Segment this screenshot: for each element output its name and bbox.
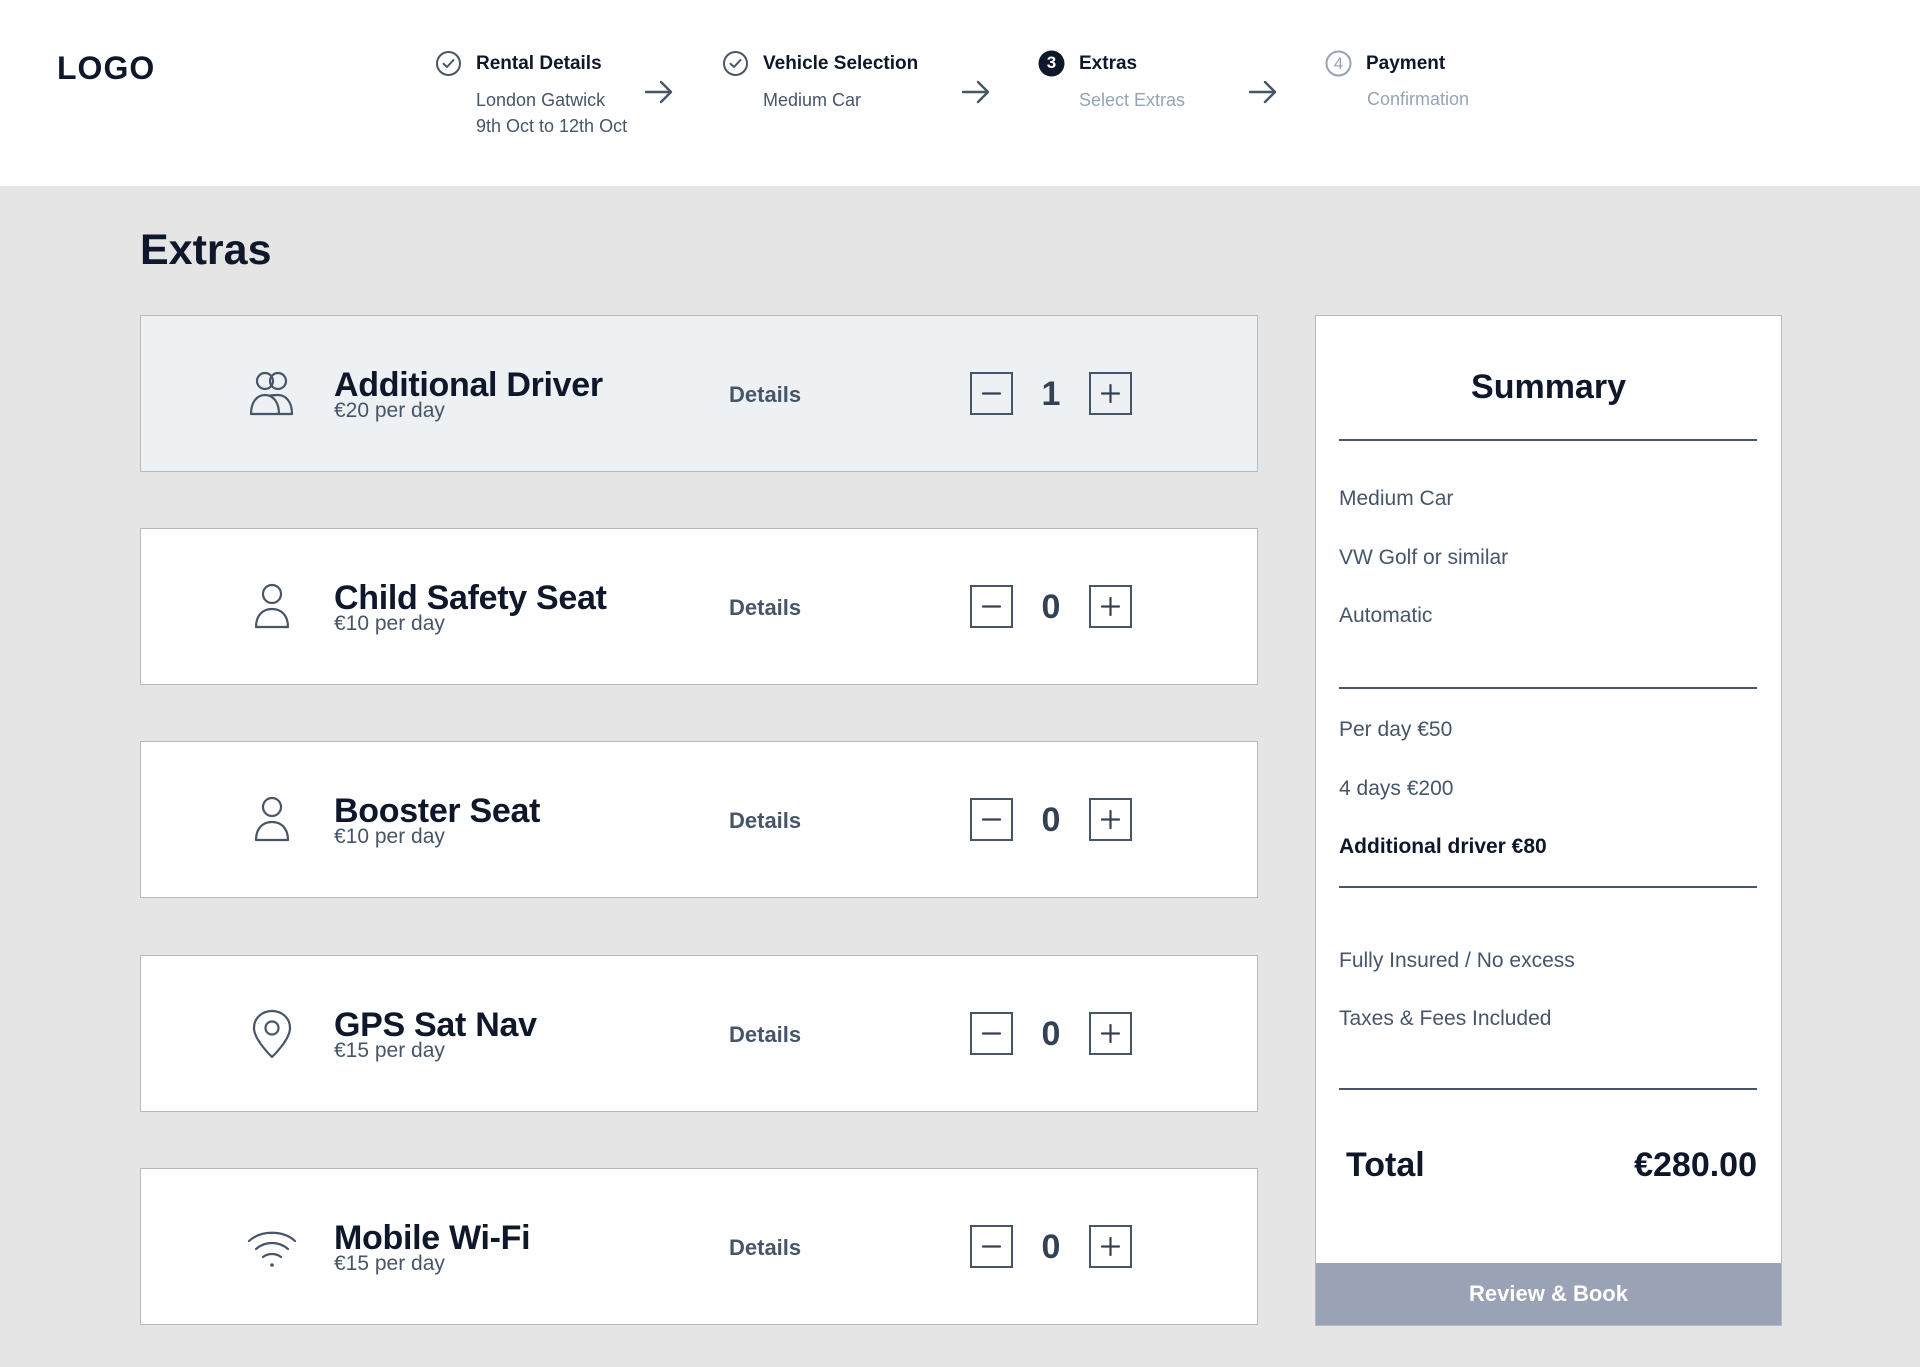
quantity-value: 0 [1041, 1015, 1061, 1053]
increment-button[interactable] [1089, 798, 1132, 841]
increment-button[interactable] [1089, 585, 1132, 628]
summary-divider [1339, 687, 1757, 689]
summary-additional-driver: Additional driver €80 [1339, 835, 1547, 858]
decrement-button[interactable] [970, 1012, 1013, 1055]
step-title: Rental Details [476, 53, 602, 74]
logo[interactable]: LOGO [57, 50, 155, 87]
summary-divider [1339, 1088, 1757, 1090]
plus-icon [1100, 1023, 1121, 1044]
step-number: 4 [1333, 54, 1344, 73]
quantity-value: 0 [1041, 1228, 1061, 1266]
extra-price: €15 per day [334, 1252, 445, 1275]
summary-vehicle-model: VW Golf or similar [1339, 546, 1509, 569]
step-title: Payment [1366, 53, 1446, 74]
minus-icon [981, 1245, 1002, 1248]
details-link[interactable]: Details [729, 382, 801, 408]
step-subtitle: Confirmation [1367, 89, 1470, 109]
decrement-button[interactable] [970, 585, 1013, 628]
users-icon [249, 371, 294, 416]
details-link[interactable]: Details [729, 808, 801, 834]
arrow-right-icon [644, 80, 673, 104]
increment-button[interactable] [1089, 372, 1132, 415]
decrement-button[interactable] [970, 798, 1013, 841]
review-book-button[interactable]: Review & Book [1316, 1263, 1781, 1325]
summary-divider [1339, 439, 1757, 441]
extra-card-gps-sat-nav[interactable]: GPS Sat Nav €15 per day Details 0 [140, 955, 1258, 1112]
arrow-right-icon [961, 80, 990, 104]
step-dates: 9th Oct to 12th Oct [476, 116, 628, 136]
extra-price: €20 per day [334, 399, 445, 422]
summary-title: Summary [1471, 368, 1626, 406]
summary-vehicle-class: Medium Car [1339, 487, 1454, 510]
summary-transmission: Automatic [1339, 604, 1433, 627]
extra-card-mobile-wifi[interactable]: Mobile Wi-Fi €15 per day Details 0 [140, 1168, 1258, 1325]
summary-per-day: Per day €50 [1339, 718, 1453, 741]
check-circle-icon [436, 51, 461, 76]
plus-icon [1100, 809, 1121, 830]
extra-price: €10 per day [334, 612, 445, 635]
summary-insurance: Fully Insured / No excess [1339, 949, 1575, 972]
summary-days-total: 4 days €200 [1339, 777, 1454, 800]
decrement-button[interactable] [970, 1225, 1013, 1268]
quantity-value: 0 [1041, 801, 1061, 839]
page-title: Extras [140, 226, 272, 274]
minus-icon [981, 392, 1002, 395]
total-value: €280.00 [1634, 1146, 1757, 1184]
minus-icon [981, 605, 1002, 608]
quantity-value: 1 [1041, 375, 1061, 413]
step-location: London Gatwick [476, 90, 606, 110]
details-link[interactable]: Details [729, 595, 801, 621]
summary-divider [1339, 886, 1757, 888]
quantity-value: 0 [1041, 588, 1061, 626]
decrement-button[interactable] [970, 372, 1013, 415]
plus-icon [1100, 383, 1121, 404]
total-label: Total [1346, 1146, 1425, 1184]
step-title: Extras [1079, 53, 1138, 74]
extra-card-child-safety-seat[interactable]: Child Safety Seat €10 per day Details 0 [140, 528, 1258, 685]
map-pin-icon [252, 1009, 292, 1059]
wifi-icon [247, 1231, 297, 1267]
summary-panel: Summary Medium Car VW Golf or similar Au… [1315, 315, 1782, 1326]
extra-card-booster-seat[interactable]: Booster Seat €10 per day Details 0 [140, 741, 1258, 898]
details-link[interactable]: Details [729, 1022, 801, 1048]
extra-price: €15 per day [334, 1039, 445, 1062]
check-circle-icon [723, 51, 748, 76]
user-icon [254, 796, 290, 842]
plus-icon [1100, 596, 1121, 617]
minus-icon [981, 1032, 1002, 1035]
step-number: 3 [1046, 53, 1057, 72]
user-icon [254, 583, 290, 629]
step-subtitle: London Gatwick 9th Oct to 12th Oct [476, 87, 627, 139]
plus-icon [1100, 1236, 1121, 1257]
step-subtitle: Medium Car [763, 90, 862, 110]
increment-button[interactable] [1089, 1012, 1132, 1055]
minus-icon [981, 818, 1002, 821]
extra-card-additional-driver[interactable]: Additional Driver €20 per day Details 1 [140, 315, 1258, 472]
step-title: Vehicle Selection [763, 53, 919, 74]
header: LOGO Rental Details London Gatwick 9th O… [0, 0, 1920, 186]
arrow-right-icon [1248, 80, 1277, 104]
summary-taxes: Taxes & Fees Included [1339, 1007, 1552, 1030]
increment-button[interactable] [1089, 1225, 1132, 1268]
details-link[interactable]: Details [729, 1235, 801, 1261]
step-subtitle: Select Extras [1079, 90, 1186, 110]
extra-price: €10 per day [334, 825, 445, 848]
